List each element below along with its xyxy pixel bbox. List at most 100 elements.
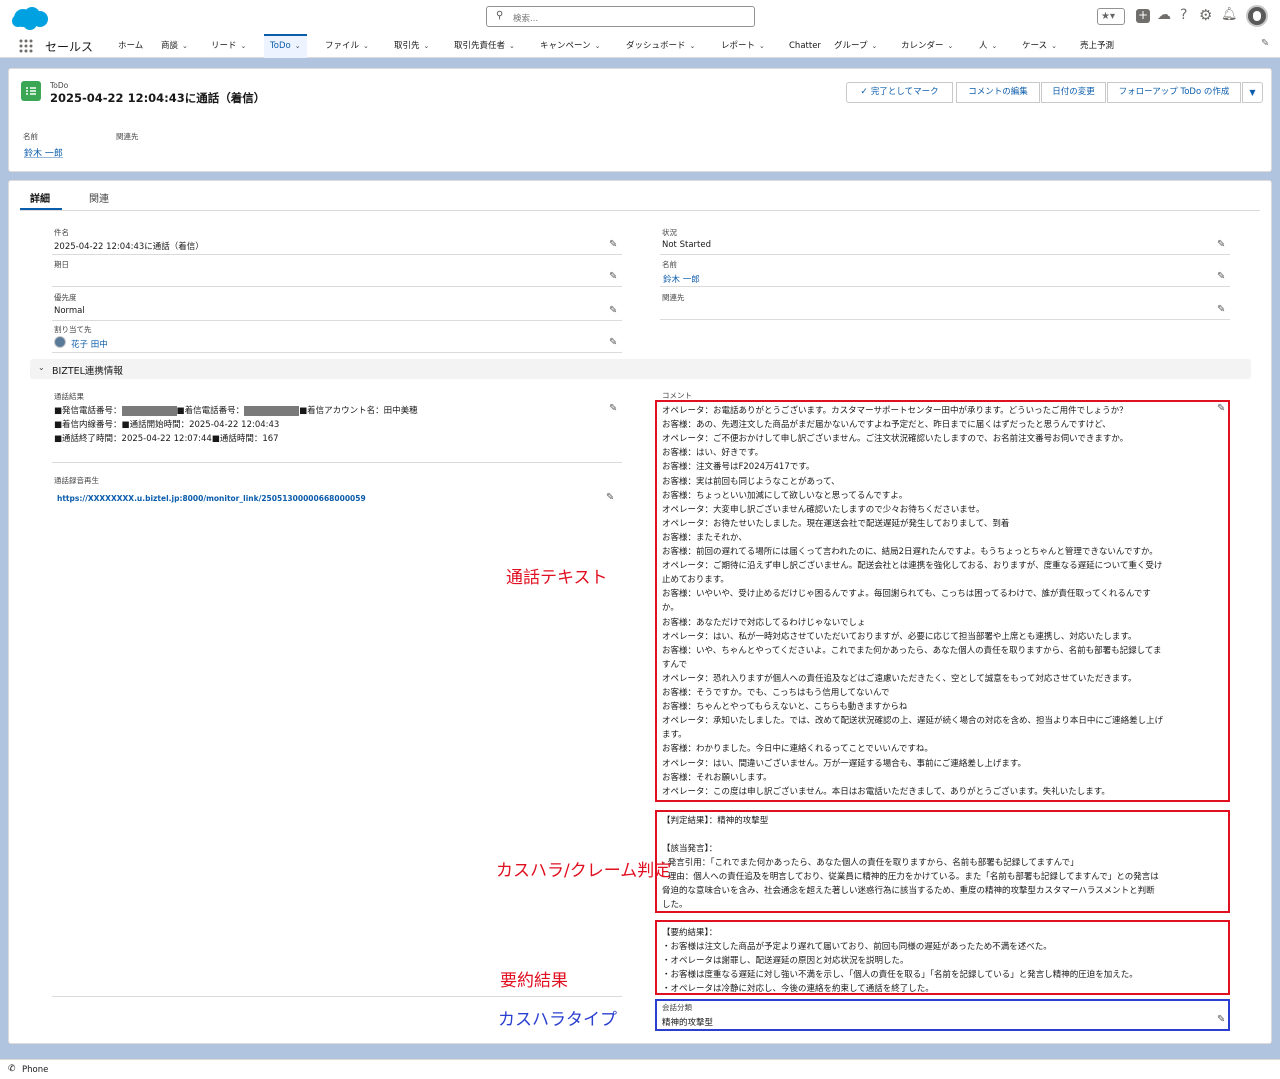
notifications-bell-icon[interactable]: 🔔︎ <box>1221 7 1238 22</box>
edit-priority-pencil-icon[interactable]: ✎ <box>609 305 617 316</box>
edit-recording-pencil-icon[interactable]: ✎ <box>606 492 614 503</box>
chevron-down-icon[interactable]: ⌄ <box>424 42 430 50</box>
nav-item-15[interactable]: 売上予測 <box>1080 34 1114 58</box>
nav-item-2[interactable]: リード ⌄ <box>211 34 246 58</box>
tab-related[interactable]: 関連 <box>89 190 109 205</box>
edit-due-date-pencil-icon[interactable]: ✎ <box>609 271 617 282</box>
nav-item-13[interactable]: 人 ⌄ <box>979 34 997 58</box>
phone-icon[interactable]: ✆ <box>8 1064 16 1074</box>
chevron-down-icon[interactable]: ⌄ <box>595 42 601 50</box>
nav-item-11[interactable]: グループ ⌄ <box>834 34 877 58</box>
phone-utility-label[interactable]: Phone <box>22 1065 48 1075</box>
subject-label: 件名 <box>54 228 69 237</box>
mark-complete-button[interactable]: ✓ 完了としてマーク <box>846 82 953 103</box>
global-header: ⚲ 検索... ★▾ + ☁ ? ⚙ 🔔︎ <box>0 0 1280 34</box>
chevron-down-icon[interactable]: ⌄ <box>241 42 247 50</box>
related-to-label: 関連先 <box>662 293 685 302</box>
name-link[interactable]: 鈴木 一郎 <box>663 273 700 285</box>
chevron-down-icon[interactable]: ⌄ <box>948 42 954 50</box>
chevron-down-icon[interactable]: ⌄ <box>363 42 369 50</box>
tabs-divider <box>20 210 1260 211</box>
nav-item-14[interactable]: ケース ⌄ <box>1022 34 1057 58</box>
edit-call-result-pencil-icon[interactable]: ✎ <box>609 403 617 414</box>
chevron-down-icon[interactable]: ⌄ <box>295 42 301 50</box>
chevron-down-icon[interactable]: ⌄ <box>872 42 878 50</box>
biztel-section-header[interactable]: ⌄ BIZTEL連携情報 <box>30 359 1251 379</box>
chevron-down-icon[interactable]: ⌄ <box>509 42 515 50</box>
tab-detail[interactable]: 詳細 <box>30 190 50 205</box>
favorites-icon[interactable]: ★▾ <box>1097 8 1125 25</box>
chevron-down-icon[interactable]: ⌄ <box>182 42 188 50</box>
chevron-down-icon[interactable]: ⌄ <box>690 42 696 50</box>
nav-item-8[interactable]: ダッシュボード ⌄ <box>626 34 695 58</box>
edit-comment-button[interactable]: コメントの編集 <box>956 82 1040 103</box>
field-divider <box>52 320 622 321</box>
assigned-to-link[interactable]: 花子 田中 <box>71 338 108 350</box>
nav-item-1[interactable]: 商談 ⌄ <box>161 34 188 58</box>
subject-value: 2025-04-22 12:04:43に通話（着信） <box>54 242 204 252</box>
help-icon[interactable]: ? <box>1180 7 1187 23</box>
name-highlight-link[interactable]: 鈴木 一郎 <box>24 146 63 159</box>
nav-item-3[interactable]: ToDo ⌄ <box>264 34 307 58</box>
more-actions-button[interactable]: ▼ <box>1242 82 1263 103</box>
assigned-user-avatar <box>54 336 66 348</box>
nav-item-12[interactable]: カレンダー ⌄ <box>901 34 953 58</box>
record-title: 2025-04-22 12:04:43に通話（着信） <box>50 91 266 105</box>
edit-name-pencil-icon[interactable]: ✎ <box>1217 271 1225 282</box>
field-divider <box>660 286 1230 287</box>
due-date-label: 期日 <box>54 260 69 269</box>
field-divider <box>52 254 622 255</box>
edit-related-pencil-icon[interactable]: ✎ <box>1217 304 1225 315</box>
summary-highlight-box <box>655 920 1230 995</box>
field-divider <box>52 996 622 997</box>
call-result-line-1: ■発信電話番号： ■着信電話番号： ■着信アカウント名：田中美穂 <box>54 404 418 416</box>
field-divider <box>52 462 622 463</box>
edit-assigned-pencil-icon[interactable]: ✎ <box>609 337 617 348</box>
nav-item-label: ケース <box>1022 41 1048 51</box>
chevron-down-icon[interactable]: ⌄ <box>992 42 998 50</box>
assigned-to-label: 割り当て先 <box>54 325 92 334</box>
annotation-judgement: カスハラ/クレーム判定 <box>496 861 672 881</box>
app-launcher-icon[interactable] <box>19 39 33 53</box>
salesforce-logo[interactable] <box>10 5 50 31</box>
personalize-nav-icon[interactable]: ✎ <box>1261 38 1269 49</box>
nav-item-5[interactable]: 取引先 ⌄ <box>394 34 429 58</box>
user-avatar[interactable] <box>1246 5 1268 27</box>
nav-item-label: ダッシュボード <box>626 41 686 51</box>
create-followup-button[interactable]: フォローアップ ToDo の作成 <box>1107 82 1241 103</box>
trailhead-icon[interactable]: ☁ <box>1157 7 1171 23</box>
nav-item-0[interactable]: ホーム <box>118 34 143 58</box>
edit-status-pencil-icon[interactable]: ✎ <box>1217 239 1225 250</box>
recording-link[interactable]: https://XXXXXXXX.u.biztel.jp:8000/monito… <box>57 494 366 503</box>
edit-subject-pencil-icon[interactable]: ✎ <box>609 239 617 250</box>
chevron-down-icon[interactable]: ⌄ <box>759 42 765 50</box>
add-icon[interactable]: + <box>1136 9 1150 23</box>
nav-item-6[interactable]: 取引先責任者 ⌄ <box>454 34 515 58</box>
todo-object-icon <box>21 81 41 101</box>
name-label: 名前 <box>662 260 677 269</box>
nav-item-10[interactable]: Chatter <box>789 34 821 58</box>
nav-item-9[interactable]: レポート ⌄ <box>721 34 765 58</box>
section-title: BIZTEL連携情報 <box>52 366 123 377</box>
call-result-label: 通話結果 <box>54 392 84 401</box>
nav-item-label: 売上予測 <box>1080 41 1115 51</box>
type-highlight-box <box>655 999 1230 1031</box>
field-divider <box>52 286 622 287</box>
change-date-button[interactable]: 日付の変更 <box>1041 82 1106 103</box>
nav-item-label: カレンダー <box>901 41 944 51</box>
call-result-line-2: ■着信内線番号：■通話開始時間：2025-04-22 12:04:43 <box>54 420 280 430</box>
setup-gear-icon[interactable]: ⚙ <box>1199 6 1212 24</box>
mark-complete-label: 完了としてマーク <box>870 87 939 97</box>
field-divider <box>660 319 1230 320</box>
app-name: セールス <box>45 40 94 54</box>
object-label: ToDo <box>50 81 69 90</box>
call-result-line-3: ■通話終了時間：2025-04-22 12:07:44■通話時間：167 <box>54 434 279 444</box>
global-search-input[interactable]: ⚲ 検索... <box>486 6 755 27</box>
annotation-transcript: 通話テキスト <box>506 568 608 588</box>
nav-item-label: リード <box>211 41 237 51</box>
nav-item-label: 取引先責任者 <box>454 41 506 51</box>
status-label: 状況 <box>662 228 677 237</box>
nav-item-7[interactable]: キャンペーン ⌄ <box>540 34 600 58</box>
nav-item-4[interactable]: ファイル ⌄ <box>325 34 369 58</box>
chevron-down-icon[interactable]: ⌄ <box>1051 42 1057 50</box>
